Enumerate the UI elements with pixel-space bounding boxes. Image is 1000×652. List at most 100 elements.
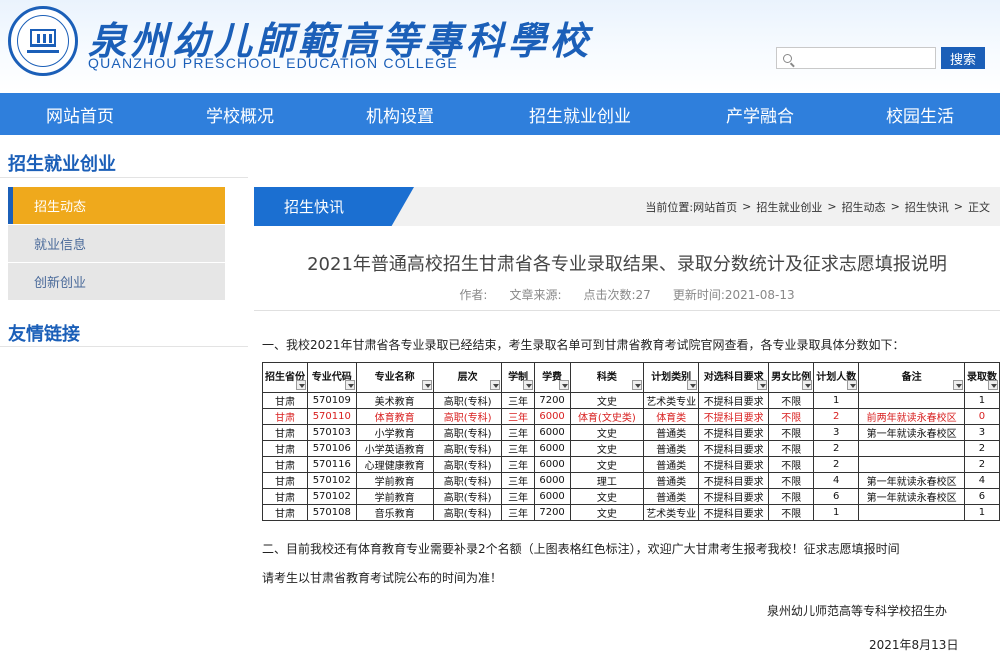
breadcrumb-home[interactable]: 网站首页 — [693, 199, 737, 215]
table-cell: 6000 — [533, 456, 571, 473]
filter-dropdown-icon[interactable] — [421, 380, 432, 390]
search-input[interactable] — [796, 51, 934, 65]
table-cell: 3 — [813, 424, 860, 441]
filter-dropdown-icon[interactable] — [296, 380, 306, 390]
table-cell: 甘肃 — [262, 392, 308, 409]
table-cell: 文史 — [569, 456, 645, 473]
nav-item-departments[interactable]: 机构设置 — [320, 93, 480, 135]
filter-dropdown-icon[interactable] — [757, 380, 768, 390]
sidebar-item-innovation[interactable]: 创新创业 — [8, 263, 225, 300]
table-cell: 不提科目要求 — [698, 504, 770, 521]
school-seal-icon[interactable] — [8, 6, 78, 76]
table-cell: 不提科目要求 — [698, 392, 770, 409]
filter-dropdown-icon[interactable] — [558, 380, 569, 390]
table-cell: 第一年就读永春校区 — [858, 488, 965, 505]
table-cell: 高职(专科) — [432, 504, 503, 521]
friend-links-title: 友情链接 — [8, 324, 80, 345]
divider — [254, 310, 1000, 311]
table-cell: 2 — [963, 456, 1000, 473]
table-cell: 7200 — [533, 504, 571, 521]
divider — [0, 177, 248, 178]
table-cell: 不限 — [768, 392, 815, 409]
breadcrumb-prefix: 当前位置: — [645, 200, 694, 214]
table-header-cell: 计划类别 — [643, 362, 700, 393]
table-cell: 6 — [963, 488, 1000, 505]
table-cell: 高职(专科) — [432, 424, 503, 441]
table-cell: 艺术类专业 — [643, 504, 700, 521]
table-cell: 1 — [963, 392, 1000, 409]
table-cell: 高职(专科) — [432, 472, 503, 489]
table-cell: 2 — [963, 440, 1000, 457]
breadcrumb-flash[interactable]: 招生快讯 — [905, 199, 949, 215]
table-cell: 学前教育 — [355, 472, 434, 489]
table-cell: 6 — [813, 488, 860, 505]
table-cell: 不限 — [768, 440, 815, 457]
sidebar-item-employment-info[interactable]: 就业信息 — [8, 225, 225, 262]
table-cell: 不限 — [768, 504, 815, 521]
table-cell: 甘肃 — [262, 472, 308, 489]
table-cell: 570116 — [307, 456, 357, 473]
breadcrumb-separator: > — [742, 200, 752, 213]
divider — [0, 346, 248, 347]
filter-dropdown-icon[interactable] — [687, 380, 698, 390]
search-box[interactable] — [776, 47, 936, 69]
table-cell: 三年 — [501, 424, 535, 441]
table-header-cell: 计划人数 — [813, 362, 860, 393]
table-cell: 6000 — [533, 440, 571, 457]
filter-dropdown-icon[interactable] — [988, 380, 998, 390]
table-cell: 普通类 — [643, 456, 700, 473]
table-cell: 570109 — [307, 392, 357, 409]
table-cell — [858, 456, 965, 473]
nav-item-admissions[interactable]: 招生就业创业 — [480, 93, 680, 135]
table-cell: 7200 — [533, 392, 571, 409]
filter-dropdown-icon[interactable] — [522, 380, 533, 390]
table-cell: 文史 — [569, 488, 645, 505]
filter-dropdown-icon[interactable] — [802, 380, 813, 390]
filter-dropdown-icon[interactable] — [632, 380, 643, 390]
table-row: 甘肃 570102 学前教育 高职(专科) 三年 6000 文史 普通类 不提科目要求 不限 6 第一… — [262, 488, 1000, 505]
table-cell: 体育(文史类) — [569, 408, 645, 425]
table-cell: 前两年就读永春校区 — [858, 408, 965, 425]
breadcrumb-admissions[interactable]: 招生就业创业 — [756, 199, 822, 215]
nav-item-home[interactable]: 网站首页 — [0, 93, 160, 135]
table-cell: 1 — [963, 504, 1000, 521]
table-cell: 高职(专科) — [432, 392, 503, 409]
table-cell: 小学教育 — [355, 424, 434, 441]
table-header-cell: 对选科目要求 — [698, 362, 770, 393]
table-cell: 1 — [813, 504, 860, 521]
site-header: 泉州幼儿師範高等專科學校 QUANZHOU PRESCHOOL EDUCATIO… — [0, 0, 1000, 93]
filter-dropdown-icon[interactable] — [490, 380, 501, 390]
table-cell: 不提科目要求 — [698, 472, 770, 489]
table-cell: 三年 — [501, 392, 535, 409]
table-header-cell: 层次 — [432, 362, 503, 393]
table-cell: 三年 — [501, 472, 535, 489]
main-nav: 网站首页 学校概况 机构设置 招生就业创业 产学融合 校园生活 — [0, 93, 1000, 135]
table-cell: 学前教育 — [355, 488, 434, 505]
filter-dropdown-icon[interactable] — [847, 380, 858, 390]
article-meta: 作者: 文章来源: 点击次数:27 更新时间:2021-08-13 — [254, 286, 1000, 303]
breadcrumb-admission-news[interactable]: 招生动态 — [842, 199, 886, 215]
table-cell: 第一年就读永春校区 — [858, 424, 965, 441]
table-header-row: 招生省份 专业代码 专业名称 层次 学制 学费 科类 计划类别 对选科目要求 男… — [262, 362, 1000, 393]
table-cell: 6000 — [533, 472, 571, 489]
filter-dropdown-icon[interactable] — [344, 380, 355, 390]
filter-dropdown-icon[interactable] — [952, 380, 963, 390]
table-row: 甘肃 570102 学前教育 高职(专科) 三年 6000 理工 普通类 不提科目要求 不限 4 第一… — [262, 472, 1000, 489]
table-cell: 三年 — [501, 504, 535, 521]
table-cell: 6000 — [533, 408, 571, 425]
table-cell: 三年 — [501, 456, 535, 473]
nav-item-about[interactable]: 学校概况 — [160, 93, 320, 135]
table-cell: 文史 — [569, 440, 645, 457]
nav-item-campus-life[interactable]: 校园生活 — [840, 93, 1000, 135]
table-cell: 6000 — [533, 488, 571, 505]
article-title: 2021年普通高校招生甘肃省各专业录取结果、录取分数统计及征求志愿填报说明 — [307, 254, 947, 275]
table-cell: 高职(专科) — [432, 488, 503, 505]
sidebar-title: 招生就业创业 — [8, 154, 116, 175]
search-button[interactable]: 搜索 — [941, 47, 985, 69]
table-header-cell: 招生省份 — [262, 362, 308, 393]
nav-item-industry[interactable]: 产学融合 — [680, 93, 840, 135]
table-cell: 570106 — [307, 440, 357, 457]
sidebar-item-admission-news[interactable]: 招生动态 — [8, 187, 225, 224]
table-cell: 甘肃 — [262, 504, 308, 521]
section-tab: 招生快讯 — [254, 187, 414, 226]
